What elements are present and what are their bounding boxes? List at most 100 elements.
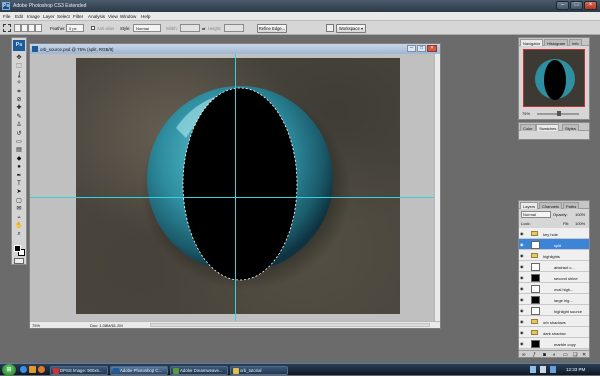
visibility-eye-icon[interactable]: ◉ [520, 275, 526, 280]
navigator-preview[interactable] [523, 49, 585, 107]
taskbar-item-dreamweaver[interactable]: Adobe Dreamweave... [170, 365, 228, 375]
height-input[interactable] [224, 24, 244, 32]
blend-mode-select[interactable]: Normal [521, 211, 551, 218]
intersect-selection-icon[interactable] [35, 24, 42, 32]
eyedropper-tool-icon[interactable]: ⌁ [14, 214, 24, 222]
taskbar-item-photoshop[interactable]: Adobe Photoshop C... [110, 365, 168, 375]
menu-window[interactable]: Window [120, 14, 136, 19]
doc-minimize-button[interactable]: – [407, 45, 416, 52]
visibility-eye-icon[interactable]: ◉ [520, 308, 526, 313]
clone-stamp-tool-icon[interactable]: ♙ [14, 121, 24, 129]
visibility-eye-icon[interactable]: ◉ [520, 286, 526, 291]
layer-mask-icon[interactable]: ◙ [543, 352, 546, 357]
hand-tool-icon[interactable]: ✋ [14, 222, 24, 230]
move-tool-icon[interactable]: ✥ [14, 54, 24, 62]
doc-close-button[interactable]: × [427, 45, 437, 52]
layer-row[interactable]: ◉ large hig... [519, 294, 589, 305]
menu-analysis[interactable]: Analysis [88, 14, 105, 19]
visibility-eye-icon[interactable]: ◉ [520, 231, 526, 236]
dodge-tool-icon[interactable]: ● [14, 163, 24, 171]
fill-value[interactable]: 100% [575, 221, 585, 226]
quicklaunch-firefox-icon[interactable] [38, 366, 45, 373]
antialias-checkbox[interactable] [91, 26, 95, 30]
layer-row[interactable]: ◉ oval high... [519, 283, 589, 294]
vertical-scrollbar[interactable] [434, 54, 440, 321]
zoom-tool-icon[interactable]: ⌕ [14, 230, 24, 238]
layer-group-row[interactable]: ◉ orb shadows [519, 316, 589, 327]
refine-edge-button[interactable]: Refine Edge... [257, 23, 287, 33]
visibility-eye-icon[interactable]: ◉ [520, 319, 526, 324]
visibility-eye-icon[interactable]: ◉ [520, 330, 526, 335]
layer-row[interactable]: ◉ marble copy [519, 338, 589, 349]
tray-volume-icon[interactable] [540, 366, 546, 373]
doc-maximize-button[interactable]: □ [417, 45, 426, 52]
tab-layers[interactable]: Layers [520, 202, 539, 209]
layer-row[interactable]: ◉ second shine [519, 272, 589, 283]
layer-row[interactable]: ◉ highlight source [519, 305, 589, 316]
image-canvas[interactable] [76, 58, 400, 314]
new-selection-icon[interactable] [14, 24, 21, 32]
new-layer-icon[interactable]: ❑ [573, 352, 577, 357]
close-button[interactable]: × [584, 1, 597, 10]
tray-app-icon[interactable] [550, 366, 556, 373]
gradient-tool-icon[interactable]: ▤ [14, 146, 24, 154]
style-select[interactable]: Normal [133, 24, 161, 32]
visibility-eye-icon[interactable]: ◉ [520, 242, 526, 247]
menu-select[interactable]: Select [57, 14, 70, 19]
tab-styles[interactable]: Styles [562, 124, 579, 131]
shape-tool-icon[interactable]: ▢ [14, 197, 24, 205]
tray-network-icon[interactable] [530, 366, 536, 373]
taskbar-item-dpss[interactable]: DPSS Image: 900x6... [50, 365, 108, 375]
quicklaunch-ie-icon[interactable] [20, 366, 27, 373]
visibility-eye-icon[interactable]: ◉ [520, 297, 526, 302]
menu-edit[interactable]: Edit [15, 14, 23, 19]
horizontal-scrollbar[interactable] [150, 323, 430, 327]
layer-style-icon[interactable]: ƒ [533, 352, 536, 357]
menu-help[interactable]: Help [141, 14, 150, 19]
tab-histogram[interactable]: Histogram [544, 39, 569, 46]
layer-row[interactable]: ◉ split [519, 239, 589, 250]
foreground-color-swatch[interactable] [14, 245, 21, 252]
tab-info[interactable]: Info [569, 39, 582, 46]
type-tool-icon[interactable]: T [14, 180, 24, 188]
maximize-button[interactable]: □ [570, 1, 583, 10]
link-layers-icon[interactable]: ∞ [522, 352, 526, 357]
taskbar-item-orb-tutorial[interactable]: orb_tutorial [230, 365, 288, 375]
workspace-button[interactable]: Workspace ▾ [336, 23, 366, 33]
width-input[interactable] [180, 24, 200, 32]
palette-well-icon[interactable] [326, 24, 334, 32]
visibility-eye-icon[interactable]: ◉ [520, 264, 526, 269]
tab-navigator[interactable]: Navigator [520, 39, 544, 46]
visibility-eye-icon[interactable]: ◉ [520, 341, 526, 346]
layer-group-row[interactable]: ◉ key hole [519, 228, 589, 239]
trash-icon[interactable]: ✕ [582, 352, 586, 357]
marquee-tool-icon[interactable]: ⬚ [14, 62, 24, 70]
swap-icon[interactable]: ⇄ [202, 26, 205, 31]
healing-brush-tool-icon[interactable]: ✚ [14, 104, 24, 112]
marquee-tool-preset-icon[interactable] [3, 24, 11, 32]
history-brush-tool-icon[interactable]: ↺ [14, 130, 24, 138]
horizontal-guide[interactable] [30, 197, 434, 198]
layer-group-row[interactable]: ◉ highlights [519, 250, 589, 261]
quicklaunch-folder-icon[interactable] [29, 366, 36, 373]
menu-view[interactable]: View [108, 14, 118, 19]
tab-swatches[interactable]: Swatches [536, 124, 560, 131]
minimize-button[interactable]: – [556, 1, 569, 10]
menu-layer[interactable]: Layer [43, 14, 55, 19]
notes-tool-icon[interactable]: ✉ [14, 205, 24, 213]
slice-tool-icon[interactable]: ⊘ [14, 96, 24, 104]
tab-channels[interactable]: Channels [539, 202, 562, 209]
navigator-slider-handle[interactable] [557, 111, 561, 116]
visibility-eye-icon[interactable]: ◉ [520, 253, 526, 258]
feather-input[interactable]: 0 px [66, 24, 84, 32]
menu-image[interactable]: Image [27, 14, 40, 19]
adjustment-layer-icon[interactable]: ◐ [553, 352, 556, 357]
crop-tool-icon[interactable]: ⌗ [14, 88, 24, 96]
opacity-value[interactable]: 100% [575, 212, 585, 217]
eraser-tool-icon[interactable]: ▭ [14, 138, 24, 146]
magic-wand-tool-icon[interactable]: ✧ [14, 79, 24, 87]
new-group-icon[interactable]: ▭ [563, 352, 568, 357]
subtract-selection-icon[interactable] [28, 24, 35, 32]
tab-color[interactable]: Color [520, 124, 536, 131]
quick-mask-icon[interactable] [14, 258, 24, 264]
